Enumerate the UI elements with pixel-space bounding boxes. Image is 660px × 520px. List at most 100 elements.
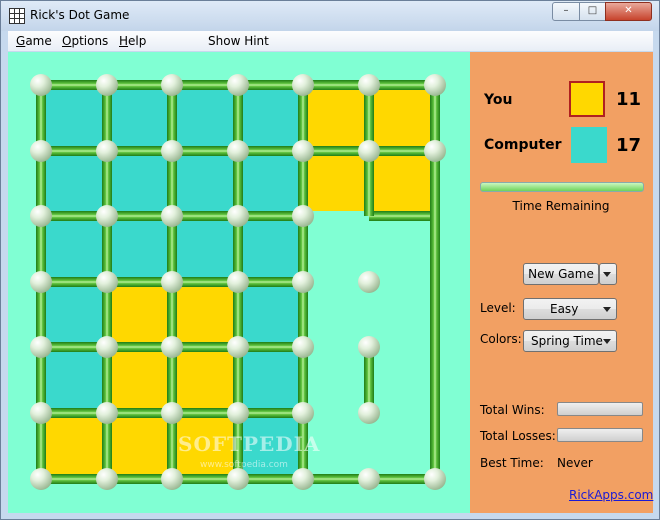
dot xyxy=(358,139,380,162)
player-you-score: 11 xyxy=(616,89,642,110)
menu-options[interactable]: Options xyxy=(62,34,108,48)
dot xyxy=(95,270,118,293)
dot xyxy=(30,467,52,490)
square-computer xyxy=(177,155,233,212)
total-wins-label: Total Wins: xyxy=(480,403,545,417)
dot xyxy=(161,270,184,293)
square-you xyxy=(177,286,233,343)
dot xyxy=(95,139,118,162)
dot xyxy=(30,74,52,96)
app-window: Rick's Dot Game – □ ✕ Game Options Help … xyxy=(0,0,660,520)
square-computer xyxy=(111,90,168,146)
minimize-button[interactable]: – xyxy=(552,2,580,21)
menu-help-label: elp xyxy=(128,34,147,48)
square-you xyxy=(177,352,233,408)
dot xyxy=(423,139,446,162)
menu-options-label: ptions xyxy=(71,34,109,48)
dot xyxy=(95,205,118,228)
square-computer xyxy=(46,155,102,212)
new-game-button[interactable]: New Game xyxy=(523,263,599,285)
dot xyxy=(226,205,249,228)
edge-vertical[interactable] xyxy=(429,216,440,282)
menu-game-label: ame xyxy=(25,34,52,48)
dot xyxy=(30,402,52,424)
edge-vertical[interactable] xyxy=(429,347,440,413)
edge-horizontal[interactable] xyxy=(369,211,435,222)
dot xyxy=(226,402,249,424)
dot xyxy=(226,270,249,293)
time-remaining-label: Time Remaining xyxy=(512,199,610,213)
title-bar[interactable]: Rick's Dot Game – □ ✕ xyxy=(1,1,659,31)
menu-show-hint[interactable]: Show Hint xyxy=(208,34,269,48)
watermark-url: www.softpedia.com xyxy=(200,460,288,470)
square-you xyxy=(308,155,364,212)
game-board[interactable]: SOFTPEDIA www.softpedia.com xyxy=(8,52,470,513)
level-value: Easy xyxy=(550,302,579,316)
side-panel: You 11 Computer 17 Time Remaining New Ga… xyxy=(470,52,653,513)
square-computer xyxy=(177,90,233,146)
dot xyxy=(95,402,118,424)
square-computer xyxy=(46,90,102,146)
dot xyxy=(95,467,118,490)
best-time-value: Never xyxy=(557,456,593,470)
edge-vertical[interactable] xyxy=(429,281,440,348)
dot xyxy=(292,270,315,293)
total-losses-value xyxy=(557,428,643,442)
dot xyxy=(358,270,380,293)
square-computer xyxy=(46,286,102,343)
square-computer xyxy=(242,352,299,408)
menu-help-accel: H xyxy=(119,34,129,48)
colors-select[interactable]: Spring Time xyxy=(523,330,617,352)
dot xyxy=(292,336,315,359)
dot xyxy=(358,74,380,96)
square-computer xyxy=(242,90,299,146)
dot xyxy=(161,139,184,162)
dot xyxy=(292,402,315,424)
square-you xyxy=(111,418,168,474)
time-remaining-bar xyxy=(480,182,644,192)
best-time-label: Best Time: xyxy=(480,456,544,470)
square-computer xyxy=(242,155,299,212)
square-computer xyxy=(46,221,102,277)
new-game-dropdown[interactable] xyxy=(599,263,617,285)
dot xyxy=(358,336,380,359)
square-computer xyxy=(111,155,168,212)
square-computer xyxy=(177,221,233,277)
dot xyxy=(423,74,446,96)
dot xyxy=(358,402,380,424)
dot xyxy=(292,139,315,162)
menu-game[interactable]: Game xyxy=(16,34,52,48)
dot xyxy=(226,139,249,162)
level-label: Level: xyxy=(480,301,516,315)
dot xyxy=(30,270,52,293)
grid-icon xyxy=(9,8,25,24)
dot xyxy=(95,336,118,359)
player-computer-score: 17 xyxy=(616,135,642,156)
menu-bar: Game Options Help Show Hint xyxy=(8,31,653,51)
window-title: Rick's Dot Game xyxy=(30,8,130,22)
dot xyxy=(292,467,315,490)
dot xyxy=(95,74,118,96)
chevron-down-icon xyxy=(603,307,611,312)
square-computer xyxy=(242,286,299,343)
level-select[interactable]: Easy xyxy=(523,298,617,320)
dot xyxy=(226,74,249,96)
player-computer-swatch xyxy=(571,127,607,163)
square-you xyxy=(374,90,430,146)
chevron-down-icon xyxy=(603,272,611,277)
player-computer-label: Computer xyxy=(484,137,562,153)
square-you xyxy=(46,418,102,474)
square-you xyxy=(308,90,364,146)
square-computer xyxy=(242,221,299,277)
dot xyxy=(30,139,52,162)
square-computer xyxy=(46,352,102,408)
total-losses-label: Total Losses: xyxy=(480,429,556,443)
menu-help[interactable]: Help xyxy=(119,34,146,48)
close-button[interactable]: ✕ xyxy=(605,2,652,21)
maximize-button[interactable]: □ xyxy=(579,2,606,21)
total-wins-value xyxy=(557,402,643,416)
rickapps-link[interactable]: RickApps.com xyxy=(569,488,653,502)
dot xyxy=(423,467,446,490)
player-you-swatch xyxy=(569,81,605,117)
dot xyxy=(226,467,249,490)
